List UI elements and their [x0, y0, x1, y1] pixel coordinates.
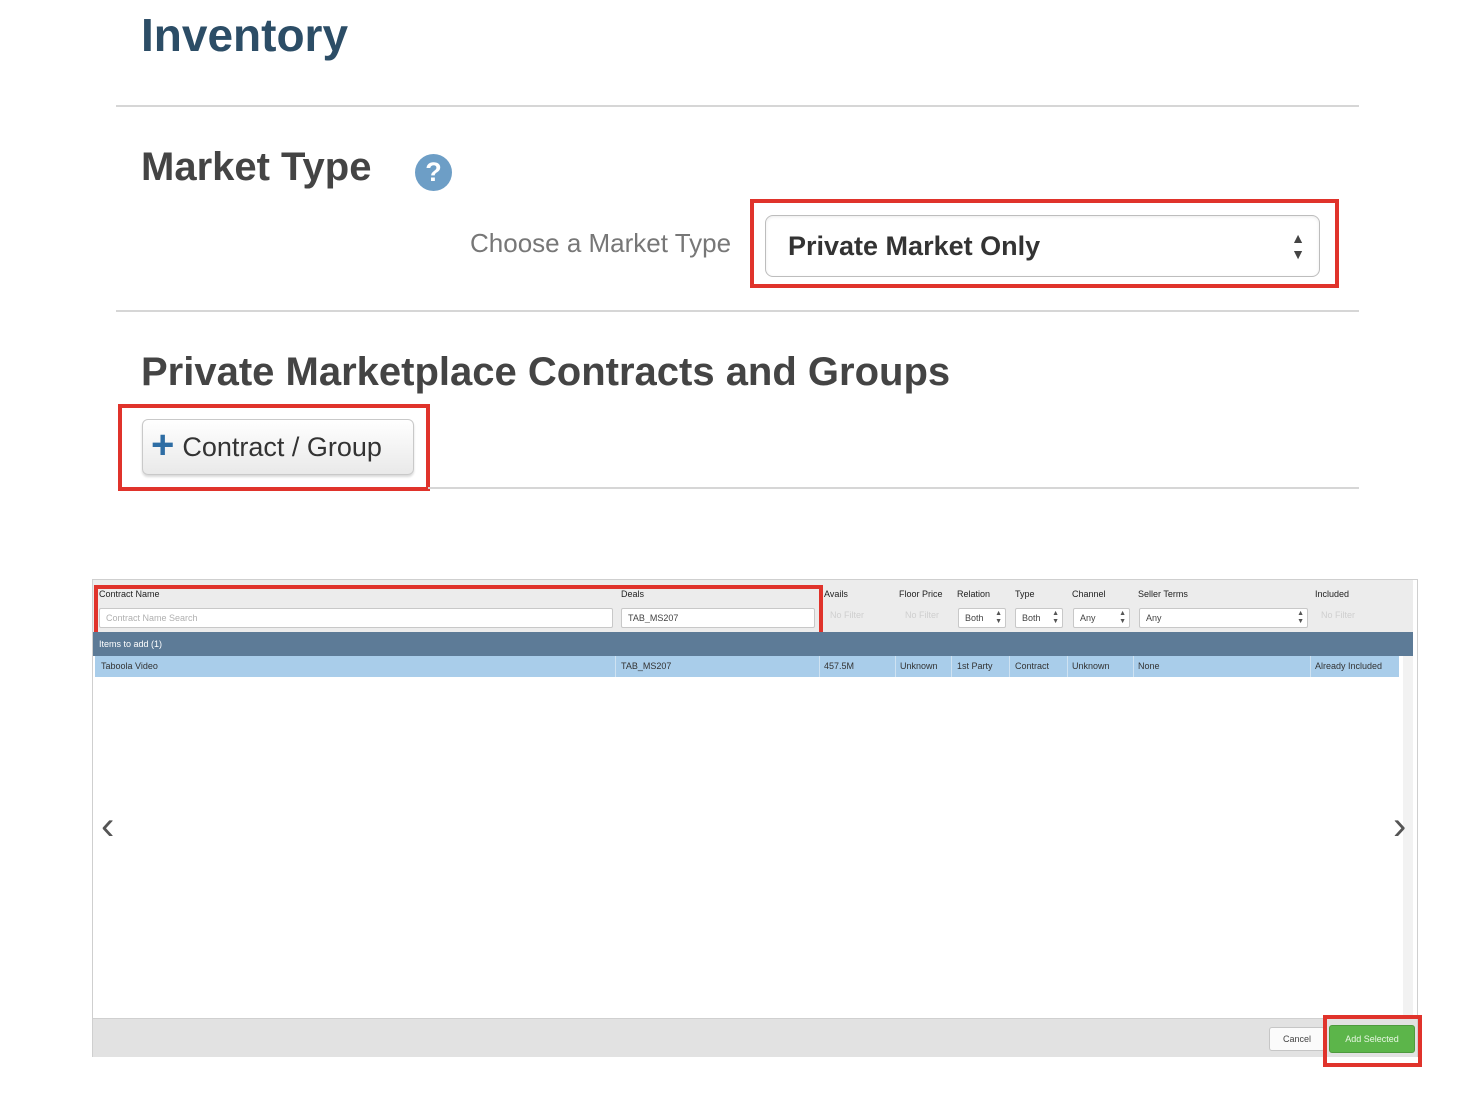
cell-floor-price: Unknown [900, 661, 938, 671]
type-filter-value: Both [1022, 613, 1041, 623]
question-circle-icon[interactable]: ? [415, 154, 452, 191]
type-filter-select[interactable]: Both ▲ ▼ [1015, 608, 1063, 628]
col-header-channel[interactable]: Channel [1072, 589, 1106, 599]
items-to-add-group: Items to add (1) [93, 632, 1413, 656]
divider [428, 487, 1359, 489]
cell-seller-terms: None [1138, 661, 1160, 671]
chevron-left-icon[interactable]: ‹ [101, 804, 114, 849]
cell-channel: Unknown [1072, 661, 1110, 671]
relation-filter-select[interactable]: Both ▲ ▼ [958, 608, 1006, 628]
highlight-box-add-contract [118, 404, 430, 491]
cell-contract-name: Taboola Video [101, 661, 158, 671]
cell-deals: TAB_MS207 [621, 661, 672, 671]
select-arrows-icon: ▲ ▼ [1297, 610, 1304, 625]
col-header-relation[interactable]: Relation [957, 589, 990, 599]
select-arrows-icon: ▲ ▼ [995, 610, 1002, 625]
select-arrows-icon: ▲ ▼ [1119, 610, 1126, 625]
col-header-avails[interactable]: Avails [824, 589, 848, 599]
highlight-box-add-selected [1323, 1015, 1422, 1067]
highlight-box-filters [94, 585, 823, 639]
dialog-footer: Cancel Add Selected [93, 1018, 1417, 1057]
select-arrows-icon: ▲ ▼ [1052, 610, 1059, 625]
channel-filter-select[interactable]: Any ▲ ▼ [1073, 608, 1130, 628]
highlight-box-market-select [750, 199, 1339, 288]
cell-relation: 1st Party [957, 661, 993, 671]
cell-included: Already Included [1315, 661, 1383, 671]
divider [116, 310, 1359, 312]
seller-terms-filter-select[interactable]: Any ▲ ▼ [1139, 608, 1308, 628]
market-type-heading: Market Type [141, 145, 372, 189]
avails-filter[interactable]: No Filter [830, 610, 864, 620]
table-row[interactable]: Taboola Video TAB_MS207 457.5M Unknown 1… [95, 656, 1399, 677]
cancel-button[interactable]: Cancel [1269, 1027, 1325, 1051]
col-header-floor-price[interactable]: Floor Price [899, 589, 943, 599]
col-header-type[interactable]: Type [1015, 589, 1035, 599]
cell-avails: 457.5M [824, 661, 855, 671]
page-title: Inventory [141, 9, 349, 61]
chevron-right-icon[interactable]: › [1393, 804, 1406, 849]
relation-filter-value: Both [965, 613, 984, 623]
col-header-seller-terms[interactable]: Seller Terms [1138, 589, 1188, 599]
contract-picker-dialog: Contract Name Deals Avails Floor Price R… [92, 579, 1418, 1057]
pmp-heading: Private Marketplace Contracts and Groups [141, 350, 951, 394]
divider [116, 105, 1359, 107]
channel-filter-value: Any [1080, 613, 1096, 623]
cell-type: Contract [1015, 661, 1050, 671]
included-filter[interactable]: No Filter [1321, 610, 1355, 620]
col-header-included[interactable]: Included [1315, 589, 1349, 599]
seller-terms-filter-value: Any [1146, 613, 1162, 623]
market-type-label: Choose a Market Type [470, 228, 732, 258]
floor-price-filter[interactable]: No Filter [905, 610, 939, 620]
